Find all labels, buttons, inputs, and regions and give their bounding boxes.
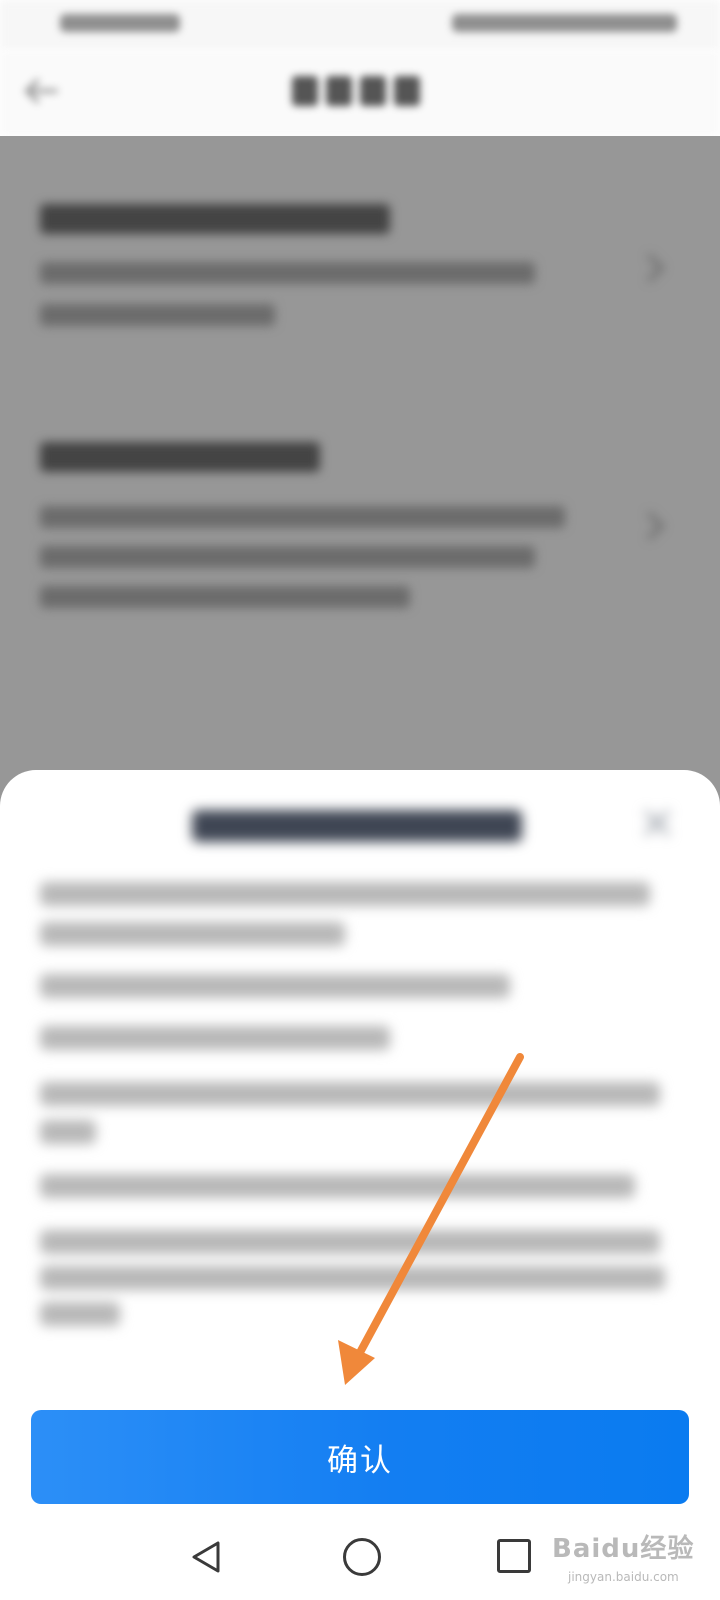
nav-home-icon[interactable] [343,1538,381,1576]
watermark-text: Baidu经验 [552,1534,695,1564]
dialog-content-blurred [0,770,720,1370]
confirm-button[interactable]: 确认 [31,1410,689,1504]
watermark-url: jingyan.baidu.com [568,1570,679,1584]
chevron-right-icon [635,253,665,283]
list-item-desc [40,506,565,528]
dialog-text-line [40,1230,660,1254]
status-bar-right-info [452,14,677,32]
list-item-desc [40,586,410,608]
list-item-desc [40,546,535,568]
dialog-text-line [40,1026,390,1050]
dialog-text-line [40,1174,635,1198]
status-bar-left-info [60,14,180,32]
list-item-desc [40,304,275,326]
screen: 确认 Baidu经验 jingyan.baidu.com [0,0,720,1600]
dialog-text-line [40,974,510,998]
background-list [0,136,720,816]
app-bar [0,50,720,136]
dialog-text-line [40,1302,120,1326]
page-title [292,76,422,106]
list-item-title [40,442,320,472]
back-arrow-icon[interactable] [24,78,60,104]
baidu-jingyan-watermark: Baidu经验 jingyan.baidu.com [546,1518,716,1598]
dialog-text-line [40,922,345,946]
dialog-text-line [40,1082,660,1106]
dialog-text-line [40,1266,665,1290]
close-icon[interactable] [640,806,674,840]
status-bar [0,0,720,50]
dialog-text-line [40,882,650,906]
nav-back-icon[interactable] [188,1539,224,1575]
nav-recents-icon[interactable] [497,1539,531,1573]
chevron-right-icon [635,511,665,541]
list-item-desc [40,262,535,284]
dialog-text-line [40,1120,96,1144]
list-item-title [40,204,390,234]
dialog-title [192,810,522,842]
